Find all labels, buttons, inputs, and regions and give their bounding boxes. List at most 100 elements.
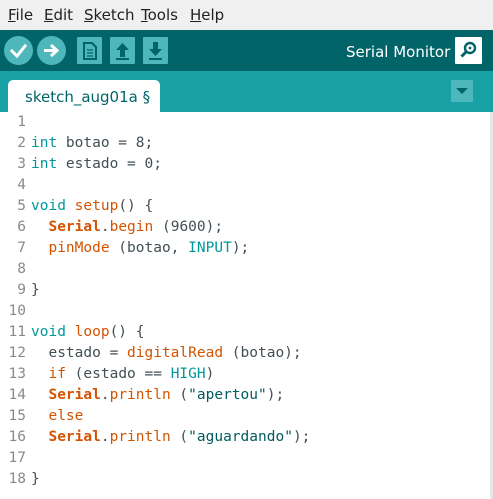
line-number: 2: [17, 135, 26, 151]
code-token-serial: Serial: [48, 429, 101, 445]
menu-sketch-mnemonic: S: [84, 6, 94, 24]
code-line: }: [31, 471, 40, 487]
line-number: 1: [17, 114, 26, 130]
code-line: Serial.println ("aguardando");: [31, 429, 310, 445]
chevron-down-icon: [456, 88, 468, 94]
open-sketch-button[interactable]: [110, 37, 135, 64]
line-number: 11: [8, 324, 26, 340]
code-token-function: else: [48, 408, 84, 424]
code-token-keyword: INPUT: [188, 240, 232, 256]
code-token-plain: }: [31, 471, 40, 487]
code-token-keyword: HIGH: [170, 366, 206, 382]
menu-help[interactable]: Help: [190, 6, 224, 24]
code-line: pinMode (botao, INPUT);: [31, 240, 249, 256]
code-token-plain: (: [170, 429, 189, 445]
code-token-plain: }: [31, 282, 40, 298]
menu-edit[interactable]: Edit: [44, 6, 73, 24]
line-number: 8: [17, 261, 26, 277]
code-line: Serial.begin (9600);: [31, 219, 223, 235]
code-token-keyword: void: [31, 324, 66, 340]
download-arrow-icon: [149, 42, 162, 60]
line-number: 12: [8, 345, 26, 361]
code-line: int estado = 0;: [31, 156, 162, 172]
code-token-plain: () {: [118, 198, 154, 214]
code-token-plain: (botao,: [109, 240, 189, 256]
code-line: estado = digitalRead (botao);: [31, 345, 302, 361]
code-token-plain: .: [100, 219, 110, 235]
check-icon: [9, 43, 28, 59]
menu-tools[interactable]: Tools: [141, 6, 178, 24]
tab-sketch[interactable]: sketch_aug01a §: [8, 80, 160, 112]
menu-tools-mnemonic: T: [141, 6, 148, 24]
code-line: if (estado == HIGH): [31, 366, 214, 382]
code-token-keyword: void: [31, 198, 66, 214]
upload-sketch-button[interactable]: [37, 36, 66, 65]
serial-monitor-button[interactable]: [455, 37, 482, 64]
line-number: 17: [8, 450, 26, 466]
menu-bar: File Edit Sketch Tools Help: [0, 0, 493, 30]
line-number-gutter: 1 2 3 4 5 6 7 8 9 10 11 12 13 14 15 16 17 18: [0, 112, 28, 499]
menu-sketch[interactable]: Sketch: [84, 6, 135, 24]
code-token-plain: (: [170, 387, 189, 403]
code-token-plain: estado =: [31, 345, 128, 361]
line-number: 15: [8, 408, 26, 424]
line-number: 5: [17, 198, 26, 214]
arrow-right-icon: [44, 43, 60, 58]
code-token-plain: );: [231, 240, 250, 256]
code-editor[interactable]: 1 2 3 4 5 6 7 8 9 10 11 12 13 14 15 16 17 18 int botao = …: [0, 112, 493, 499]
code-token-plain: () {: [109, 324, 145, 340]
magnifier-icon: [460, 41, 477, 58]
code-token-plain: (estado ==: [65, 366, 171, 382]
line-number: 13: [8, 366, 26, 382]
code-token-plain: );: [266, 387, 285, 403]
code-line: int botao = 8;: [31, 135, 153, 151]
code-token-function: setup: [74, 198, 119, 214]
menu-file[interactable]: File: [8, 6, 33, 24]
code-token-plain: );: [292, 429, 311, 445]
code-token-function: pinMode: [48, 240, 110, 256]
code-line: Serial.println ("apertou");: [31, 387, 284, 403]
code-token-function: begin: [109, 219, 154, 235]
code-token-plain: (9600);: [153, 219, 224, 235]
menu-help-label: elp: [201, 6, 225, 24]
code-token-string: "aguardando": [188, 429, 293, 445]
serial-monitor-label: Serial Monitor: [346, 43, 451, 61]
code-token-keyword: int: [31, 135, 58, 151]
menu-sketch-label: ketch: [93, 6, 135, 24]
code-token-plain: (botao);: [223, 345, 302, 361]
code-line: void loop() {: [31, 324, 145, 340]
code-token-plain: estado = 0;: [57, 156, 162, 172]
menu-file-label: ile: [15, 6, 34, 24]
line-number: 6: [17, 219, 26, 235]
code-token-plain: ): [205, 366, 215, 382]
code-token-function: loop: [74, 324, 110, 340]
code-token-function: println: [109, 387, 171, 403]
code-token-serial: Serial: [48, 387, 101, 403]
menu-help-mnemonic: H: [190, 6, 202, 24]
new-file-icon: [83, 42, 97, 60]
code-token-function: digitalRead: [127, 345, 224, 361]
line-number: 3: [17, 156, 26, 172]
code-token-string: "apertou": [188, 387, 267, 403]
upload-arrow-icon: [116, 43, 129, 60]
line-number: 18: [8, 471, 26, 487]
menu-tools-label: ools: [147, 6, 178, 24]
line-number: 14: [8, 387, 26, 403]
code-line: }: [31, 282, 40, 298]
line-number: 10: [8, 303, 26, 319]
line-number: 16: [8, 429, 26, 445]
verify-button[interactable]: [4, 36, 33, 65]
tab-bar: sketch_aug01a §: [0, 71, 493, 112]
save-sketch-button[interactable]: [143, 37, 168, 64]
code-token-function: if: [48, 366, 66, 382]
code-token-plain: botao = 8;: [57, 135, 154, 151]
tab-menu-button[interactable]: [451, 80, 473, 102]
new-sketch-button[interactable]: [77, 37, 102, 64]
